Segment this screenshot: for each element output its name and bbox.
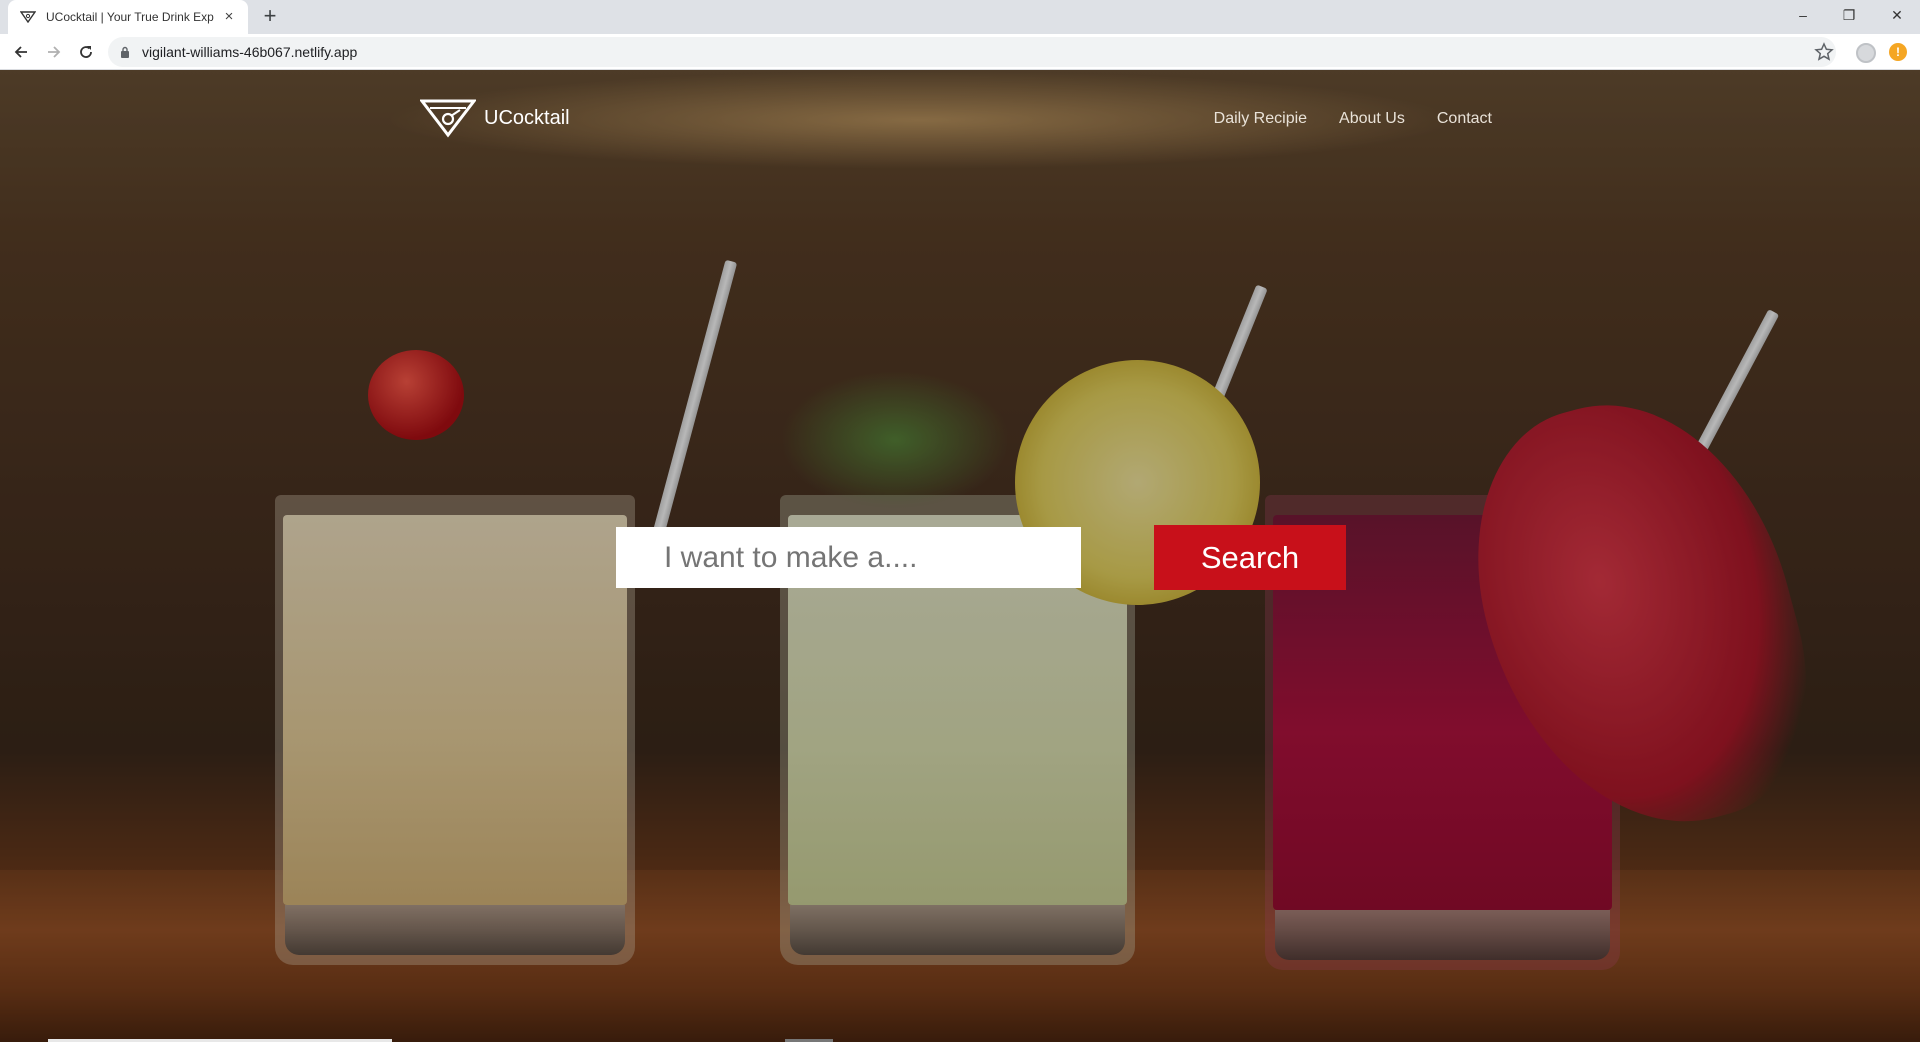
search-input[interactable] [616,527,1081,588]
brand-name: UCocktail [484,106,570,129]
minimize-button[interactable]: – [1780,0,1826,30]
tab-close-icon[interactable]: × [220,9,238,25]
logo[interactable]: UCocktail [420,98,570,138]
tab-title: UCocktail | Your True Drink Exper [46,10,214,24]
new-tab-button[interactable]: + [258,5,282,29]
hero-section: UCocktail Daily Recipie About Us Contact… [0,70,1920,1042]
browser-toolbar: vigilant-williams-46b067.netlify.app ! [0,34,1920,70]
profile-icon[interactable] [1856,43,1876,63]
forward-arrow-icon[interactable] [42,40,66,64]
browser-tab-active[interactable]: UCocktail | Your True Drink Exper × [8,0,248,34]
address-bar[interactable]: vigilant-williams-46b067.netlify.app [108,37,1836,67]
cocktail-favicon-icon [20,9,36,25]
main-nav: Daily Recipie About Us Contact [1214,110,1492,128]
nav-contact[interactable]: Contact [1437,110,1492,128]
cocktail-logo-icon [420,99,476,138]
search-form: Search [616,525,1346,590]
restore-button[interactable]: ❐ [1826,0,1872,30]
back-arrow-icon[interactable] [9,40,33,64]
search-button[interactable]: Search [1154,525,1346,590]
lock-icon [120,45,134,59]
nav-daily-recipie[interactable]: Daily Recipie [1214,110,1307,128]
site-header: UCocktail Daily Recipie About Us Contact [0,70,1920,150]
nav-about-us[interactable]: About Us [1339,110,1405,128]
close-window-button[interactable]: ✕ [1874,0,1920,30]
url-text: vigilant-williams-46b067.netlify.app [142,44,358,60]
update-alert-icon[interactable]: ! [1889,43,1907,61]
browser-tab-strip: UCocktail | Your True Drink Exper × + – … [0,0,1920,34]
reload-icon[interactable] [74,40,98,64]
star-icon[interactable] [1814,42,1836,64]
